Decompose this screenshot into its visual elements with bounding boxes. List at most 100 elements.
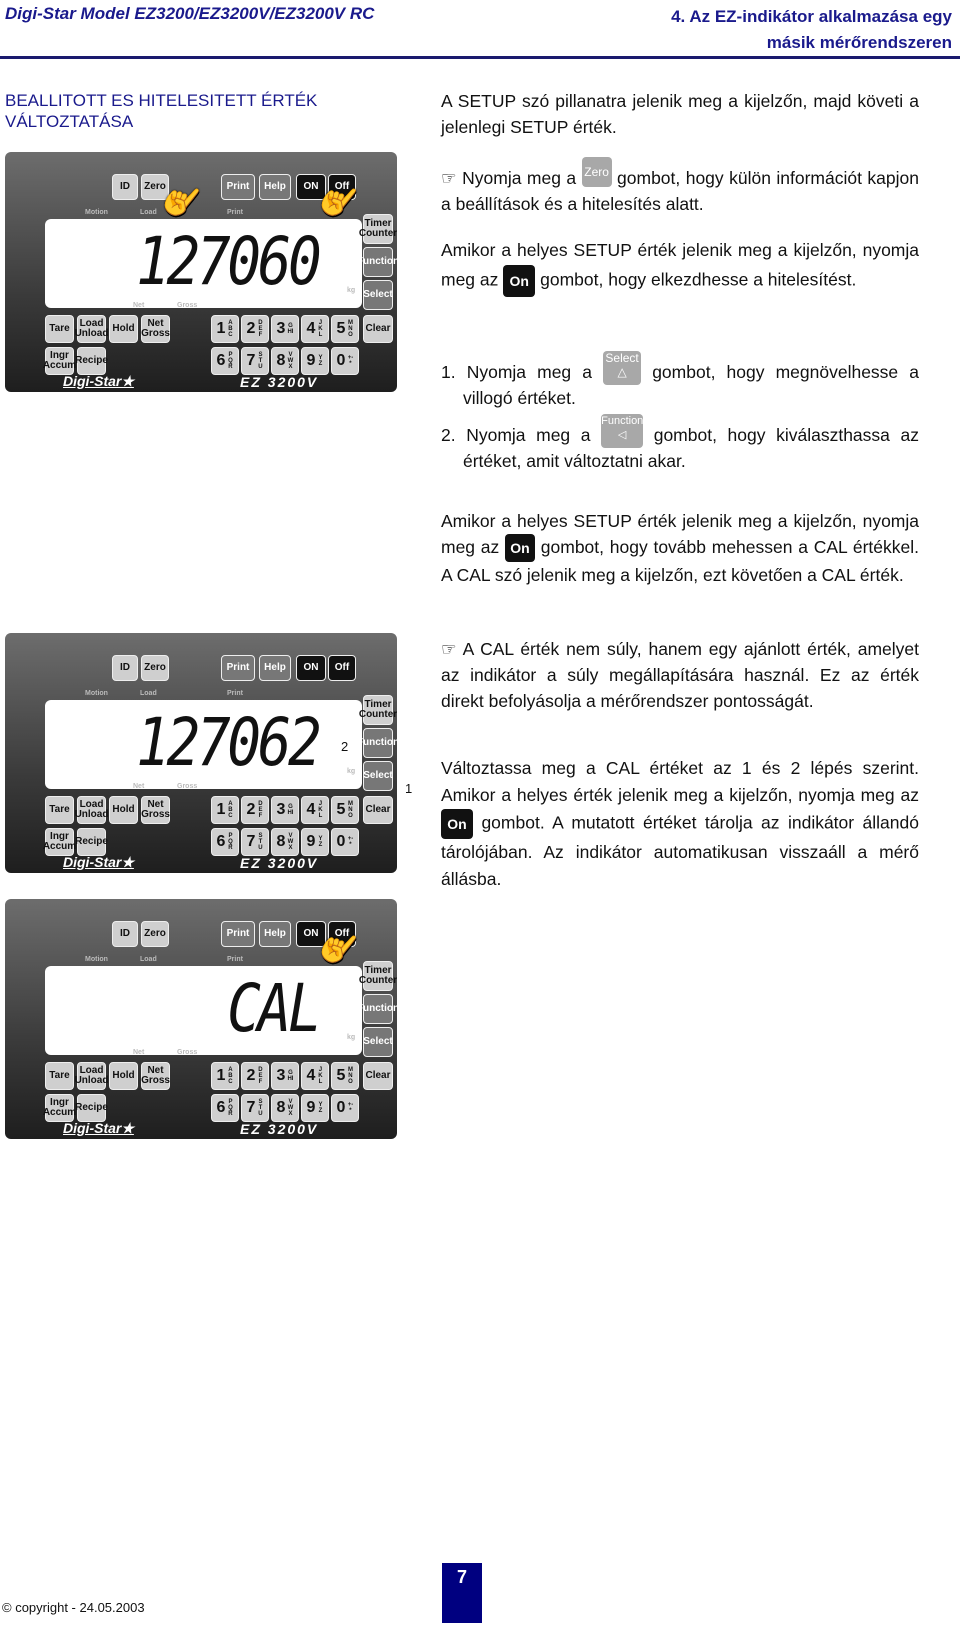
- lcd-display: 127062: [45, 700, 362, 789]
- label-motion: Motion: [85, 690, 108, 697]
- paragraph-cal: Amikor a helyes SETUP érték jelenik meg …: [441, 508, 919, 588]
- key-load-unload: Load Unload: [75, 1062, 108, 1090]
- digi-star-logo: Digi-Star★: [63, 1120, 134, 1136]
- key-tare: Tare: [45, 796, 74, 824]
- label-motion: Motion: [85, 956, 108, 963]
- key-select: Select: [363, 1027, 393, 1057]
- text: Nyomja meg a: [462, 168, 577, 188]
- note-cal: ☞ A CAL érték nem súly, hanem egy ajánlo…: [441, 636, 919, 714]
- model-label: EZ 3200V: [240, 855, 319, 871]
- key-recipe: Recipe: [75, 1094, 108, 1122]
- key-8: 8 VWX: [271, 1094, 299, 1122]
- key-clear: Clear: [363, 315, 393, 343]
- indicator-panel-image: ID Zero Print Help ON Off Motion Load Print 12706…: [5, 633, 413, 873]
- key-7: 7 STU: [241, 828, 269, 856]
- label-gross: Gross: [177, 1049, 198, 1056]
- key-id: ID: [112, 921, 138, 947]
- label-net: Net: [133, 783, 145, 790]
- key-clear: Clear: [363, 796, 393, 824]
- key-net-gross: Net Gross: [141, 1062, 170, 1090]
- on-button-icon: On: [505, 534, 536, 563]
- digi-star-logo: Digi-Star★: [63, 854, 134, 870]
- key-off: Off: [328, 655, 356, 681]
- key-3: 3 GHI: [271, 796, 299, 824]
- annotation-2: 2: [341, 739, 349, 754]
- model-label: EZ 3200V: [240, 374, 319, 390]
- key-recipe: Recipe: [75, 347, 108, 375]
- key-hold: Hold: [109, 315, 138, 343]
- label-kg: kg: [347, 1034, 356, 1041]
- pointing-hand-icon: ☞: [441, 639, 463, 659]
- key-net-gross: Net Gross: [141, 796, 170, 824]
- paragraph-setup: A SETUP szó pillanatra jelenik meg a kij…: [441, 91, 919, 137]
- label-net: Net: [133, 302, 145, 309]
- key-8: 8 VWX: [271, 828, 299, 856]
- key-6: 6 PQR: [211, 828, 239, 856]
- chapter-line2: másik mérőrendszeren: [766, 33, 952, 52]
- label-gross: Gross: [177, 302, 198, 309]
- text: A CAL érték nem súly, hanem egy ajánlott…: [441, 639, 919, 711]
- section-title-line1: BEALLITOTT ES HITELESITETT ÉRTÉK: [5, 91, 318, 110]
- page-number: 7: [442, 1563, 482, 1623]
- key-help: Help: [259, 655, 291, 681]
- key-hold: Hold: [109, 796, 138, 824]
- label-net: Net: [133, 1049, 145, 1056]
- document-page: Digi-Star Model EZ3200/EZ3200V/EZ3200V R…: [0, 0, 960, 1629]
- zero-button-icon: Zero: [581, 157, 612, 187]
- key-9: 9 YZ: [301, 1094, 329, 1122]
- key-select: Select: [363, 761, 393, 791]
- key-ingr-accum: Ingr Accum: [43, 828, 76, 856]
- key-1: 1 ABC: [211, 315, 239, 343]
- section-title-line2: VÁLTOZTATÁSA: [5, 112, 134, 131]
- key-0: 0 +-*: [331, 347, 359, 375]
- key-0: 0 +-*: [331, 828, 359, 856]
- key-2: 2 DEF: [241, 315, 269, 343]
- text: 1. Nyomja meg a: [441, 362, 592, 382]
- key-4: 4 JKL: [301, 1062, 329, 1090]
- text: gombot, hogy elkezdhesse a hitelesítést.: [540, 269, 857, 290]
- label-gross: Gross: [177, 783, 198, 790]
- lcd-display: 127060: [45, 219, 362, 308]
- paragraph-on: Amikor a helyes SETUP érték jelenik meg …: [441, 236, 919, 297]
- key-3: 3 GHI: [271, 1062, 299, 1090]
- key-recipe: Recipe: [75, 828, 108, 856]
- paragraph-change-cal: Változtassa meg a CAL értéket az 1 és 2 …: [441, 755, 919, 893]
- key-id: ID: [112, 655, 138, 681]
- text: Változtassa meg a CAL értéket az 1 és 2 …: [441, 758, 919, 805]
- key-print: Print: [221, 655, 255, 681]
- key-5: 5 MNO: [331, 1062, 359, 1090]
- key-7: 7 STU: [241, 1094, 269, 1122]
- key-zero: Zero: [141, 655, 169, 681]
- key-timer-counter: Timer Counter: [359, 961, 397, 991]
- key-9: 9 YZ: [301, 347, 329, 375]
- key-zero: Zero: [141, 921, 169, 947]
- key-4: 4 JKL: [301, 796, 329, 824]
- key-net-gross: Net Gross: [141, 315, 170, 343]
- key-tare: Tare: [45, 1062, 74, 1090]
- key-load-unload: Load Unload: [75, 315, 108, 343]
- label-kg: kg: [347, 768, 356, 775]
- key-ingr-accum: Ingr Accum: [43, 1094, 76, 1122]
- label-load: Load: [140, 690, 157, 697]
- key-id: ID: [112, 174, 138, 200]
- label-print: Print: [227, 690, 243, 697]
- text: gombot. A mutatott értéket tárolja az in…: [441, 812, 919, 889]
- header-rule: [0, 56, 960, 59]
- key-1: 1 ABC: [211, 796, 239, 824]
- key-9: 9 YZ: [301, 828, 329, 856]
- key-print: Print: [221, 921, 255, 947]
- indicator-panel-image: ID Zero Print Help ON Off Motion Load Print CAL Ne…: [5, 899, 399, 1139]
- key-load-unload: Load Unload: [75, 796, 108, 824]
- label-load: Load: [140, 209, 157, 216]
- display-value: 127060: [135, 223, 322, 300]
- key-2: 2 DEF: [241, 1062, 269, 1090]
- key-0: 0 +-*: [331, 1094, 359, 1122]
- key-2: 2 DEF: [241, 796, 269, 824]
- display-value: CAL: [226, 970, 322, 1047]
- key-4: 4 JKL: [301, 315, 329, 343]
- header-chapter: 4. Az EZ-indikátor alkalmazása egy másik …: [671, 4, 952, 56]
- key-function: Function: [357, 247, 399, 277]
- key-6: 6 PQR: [211, 1094, 239, 1122]
- step-1: 1. Nyomja meg a Select △ gombot, hogy meg…: [441, 351, 919, 411]
- key-7: 7 STU: [241, 347, 269, 375]
